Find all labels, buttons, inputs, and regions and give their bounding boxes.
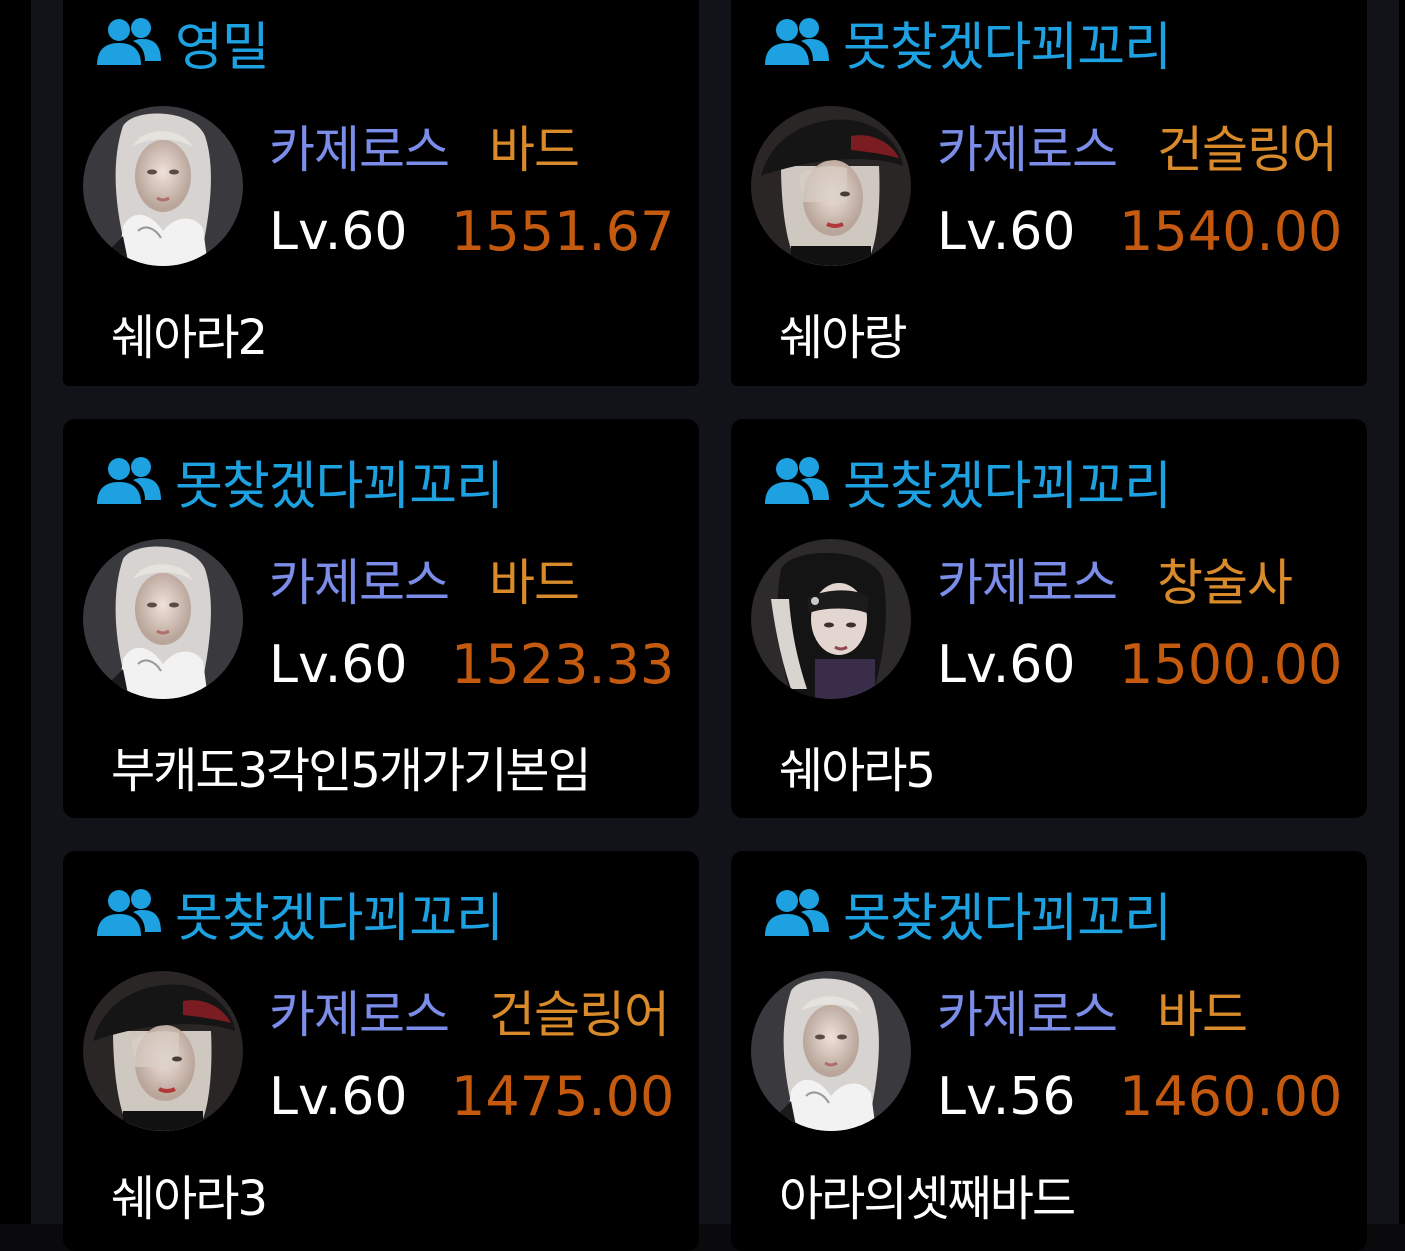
character-avatar: [751, 539, 911, 699]
guild-row: 못찾겠다꾀꼬리: [97, 881, 504, 949]
guild-name: 영밀: [175, 17, 270, 78]
character-level: Lv.60: [269, 202, 408, 262]
item-level: 1475.00: [451, 1065, 675, 1128]
guild-members-icon: [765, 456, 829, 506]
guild-name: 못찾겠다꾀꼬리: [843, 888, 1172, 949]
character-avatar: [751, 106, 911, 266]
guild-row: 못찾겠다꾀꼬리: [765, 449, 1172, 517]
guild-name: 못찾겠다꾀꼬리: [175, 456, 504, 517]
gunslinger-portrait: [751, 106, 911, 266]
character-avatar: [83, 539, 243, 699]
guild-members-icon: [97, 888, 161, 938]
character-card[interactable]: 못찾겠다꾀꼬리 카제로스 건슬링어 Lv.60 1475.00 쉐아라3: [63, 851, 699, 1251]
guild-members-icon: [97, 17, 161, 67]
guild-name: 못찾겠다꾀꼬리: [843, 17, 1172, 78]
character-name: 쉐아라5: [779, 743, 936, 799]
character-level: Lv.60: [269, 635, 408, 695]
guild-row: 못찾겠다꾀꼬리: [765, 881, 1172, 949]
app-background: 영밀 카제로스 바드 Lv.60 1551.67 쉐아라2 못찾겠다꾀꼬리 카제…: [0, 0, 1405, 1251]
character-card[interactable]: 못찾겠다꾀꼬리 카제로스 건슬링어 Lv.60 1540.00 쉐아랑: [731, 0, 1367, 386]
guild-row: 못찾겠다꾀꼬리: [765, 10, 1172, 78]
character-card[interactable]: 못찾겠다꾀꼬리 카제로스 바드 Lv.60 1523.33 부캐도3각인5개가기…: [63, 419, 699, 818]
guild-row: 영밀: [97, 10, 270, 78]
character-level: Lv.60: [937, 202, 1076, 262]
item-level: 1551.67: [451, 200, 675, 263]
server-name: 카제로스: [937, 554, 1118, 612]
guild-members-icon: [765, 888, 829, 938]
server-name: 카제로스: [269, 554, 450, 612]
character-level: Lv.56: [937, 1067, 1076, 1127]
character-avatar: [83, 106, 243, 266]
character-avatar: [83, 971, 243, 1131]
character-avatar: [751, 971, 911, 1131]
item-level: 1460.00: [1119, 1065, 1343, 1128]
character-card[interactable]: 못찾겠다꾀꼬리 카제로스 창술사 Lv.60 1500.00 쉐아라5: [731, 419, 1367, 818]
character-level: Lv.60: [937, 635, 1076, 695]
character-card[interactable]: 못찾겠다꾀꼬리 카제로스 바드 Lv.56 1460.00 아라의셋째바드: [731, 851, 1367, 1251]
bard-portrait: [751, 971, 911, 1131]
guild-name: 못찾겠다꾀꼬리: [843, 456, 1172, 517]
class-name: 창술사: [1157, 554, 1293, 612]
character-list-panel: 영밀 카제로스 바드 Lv.60 1551.67 쉐아라2 못찾겠다꾀꼬리 카제…: [31, 0, 1399, 1251]
server-name: 카제로스: [937, 121, 1118, 179]
character-name: 쉐아랑: [779, 310, 907, 366]
character-card[interactable]: 영밀 카제로스 바드 Lv.60 1551.67 쉐아라2: [63, 0, 699, 386]
bard-portrait: [83, 539, 243, 699]
guild-members-icon: [97, 456, 161, 506]
lancemaster-portrait: [751, 539, 911, 699]
class-name: 바드: [489, 554, 580, 612]
character-name: 쉐아라3: [111, 1171, 268, 1227]
character-name: 아라의셋째바드: [779, 1171, 1076, 1227]
server-name: 카제로스: [937, 986, 1118, 1044]
character-name: 부캐도3각인5개가기본임: [111, 743, 592, 799]
gunslinger-portrait: [83, 971, 243, 1131]
bard-portrait: [83, 106, 243, 266]
class-name: 바드: [1157, 986, 1248, 1044]
guild-name: 못찾겠다꾀꼬리: [175, 888, 504, 949]
character-name: 쉐아라2: [111, 310, 268, 366]
server-name: 카제로스: [269, 121, 450, 179]
server-name: 카제로스: [269, 986, 450, 1044]
character-level: Lv.60: [269, 1067, 408, 1127]
guild-members-icon: [765, 17, 829, 67]
item-level: 1500.00: [1119, 633, 1343, 696]
class-name: 건슬링어: [489, 986, 670, 1044]
item-level: 1523.33: [451, 633, 675, 696]
class-name: 건슬링어: [1157, 121, 1338, 179]
item-level: 1540.00: [1119, 200, 1343, 263]
class-name: 바드: [489, 121, 580, 179]
guild-row: 못찾겠다꾀꼬리: [97, 449, 504, 517]
